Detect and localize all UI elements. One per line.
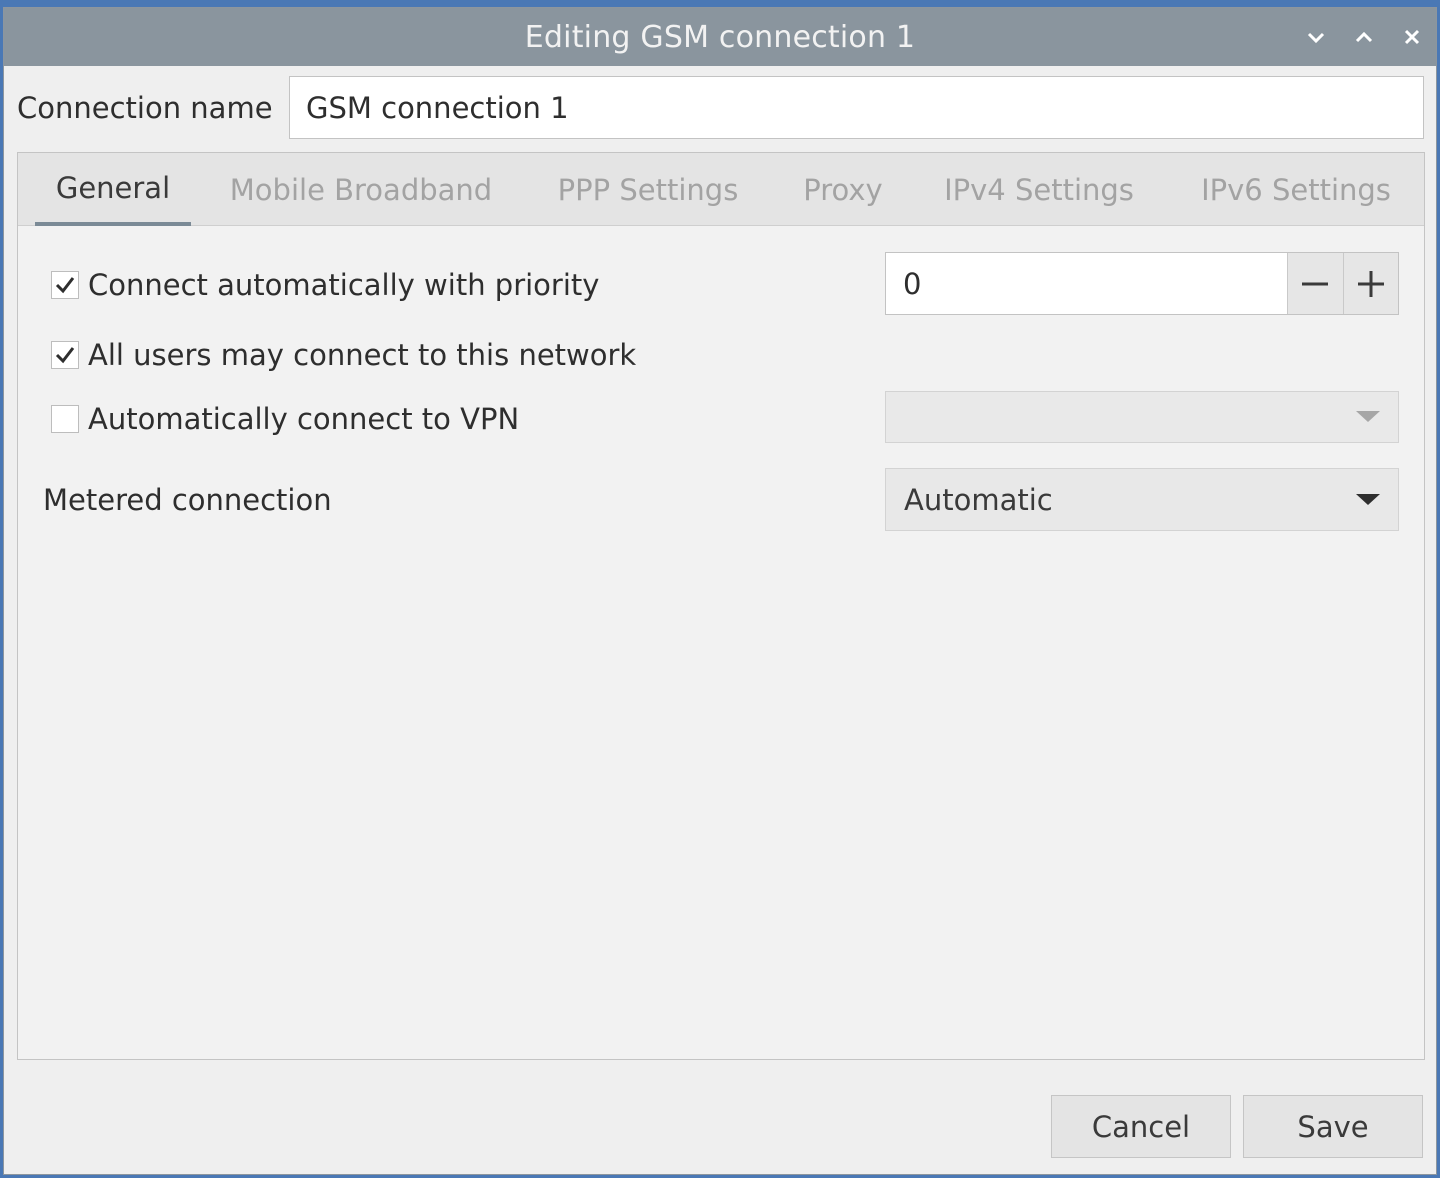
all-users-label: All users may connect to this network [88,338,637,372]
tab-bar: General Mobile Broadband PPP Settings Pr… [18,153,1424,226]
dropdown-arrow-icon [1338,493,1398,506]
vpn-select[interactable] [885,391,1399,443]
close-button[interactable] [1398,23,1426,51]
auto-connect-label: Connect automatically with priority [88,268,600,302]
minus-icon [1302,282,1329,285]
tab-ppp-settings[interactable]: PPP Settings [536,153,760,226]
maximize-button[interactable] [1350,23,1378,51]
metered-connection-label: Metered connection [43,483,332,517]
metered-select-value: Automatic [904,482,1053,517]
cancel-button[interactable]: Cancel [1051,1095,1231,1158]
tab-ipv4-settings[interactable]: IPv4 Settings [923,153,1155,226]
settings-notebook: General Mobile Broadband PPP Settings Pr… [17,152,1425,1060]
checkmark-icon [55,277,75,294]
decrement-button[interactable] [1287,253,1343,314]
dropdown-arrow-icon [1338,411,1398,423]
chevron-up-icon [1355,31,1373,43]
auto-vpn-checkbox[interactable] [51,405,79,433]
dialog-window: Editing GSM connection 1 Connection name… [3,7,1437,1175]
window-controls [1302,8,1426,66]
auto-vpn-option[interactable]: Automatically connect to VPN [51,402,519,436]
window-title: Editing GSM connection 1 [524,19,916,55]
metered-select[interactable]: Automatic [885,468,1399,531]
auto-connect-checkbox[interactable] [51,271,79,299]
chevron-down-icon [1307,32,1325,44]
all-users-checkbox[interactable] [51,341,79,369]
minimize-button[interactable] [1302,23,1330,51]
checkmark-icon [55,347,75,364]
tab-proxy[interactable]: Proxy [790,153,896,226]
general-tab-content: Connect automatically with priority 0 Al… [18,226,1424,1059]
all-users-option[interactable]: All users may connect to this network [51,338,636,372]
auto-connect-option[interactable]: Connect automatically with priority [51,268,599,302]
tab-general[interactable]: General [35,153,191,226]
auto-vpn-label: Automatically connect to VPN [88,402,520,436]
priority-spinbutton [885,252,1399,315]
connection-name-label: Connection name [17,91,273,125]
increment-button[interactable] [1342,253,1398,314]
connection-name-row: Connection name [4,66,1436,148]
tab-mobile-broadband[interactable]: Mobile Broadband [216,153,506,226]
priority-input[interactable] [886,253,1287,314]
plus-icon [1357,270,1384,297]
connection-name-input[interactable] [289,76,1424,139]
close-icon [1404,29,1420,45]
save-button[interactable]: Save [1243,1095,1423,1158]
tab-ipv6-settings[interactable]: IPv6 Settings [1180,153,1412,226]
title-bar[interactable]: Editing GSM connection 1 [4,8,1436,66]
